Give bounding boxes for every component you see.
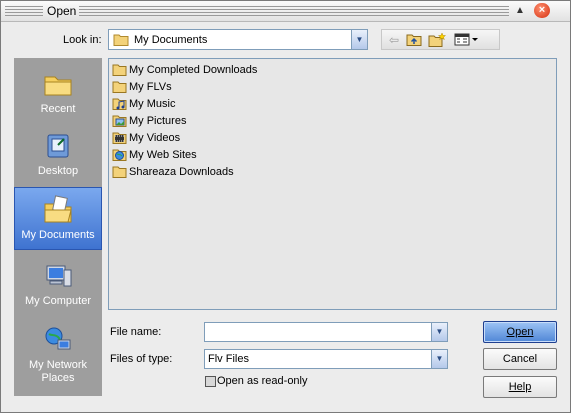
chevron-down-icon[interactable]: ▼ bbox=[431, 350, 447, 368]
music-folder-icon bbox=[112, 98, 127, 110]
place-desktop[interactable]: Desktop bbox=[14, 124, 102, 184]
title-bar[interactable]: Open ▲ × bbox=[1, 1, 570, 22]
open-dialog: Open ▲ × Look in: My Documents ▼ ⇦ Recen… bbox=[0, 0, 571, 413]
chevron-down-icon[interactable]: ▼ bbox=[431, 323, 447, 341]
place-label: Desktop bbox=[37, 165, 79, 177]
title-grip-right bbox=[79, 6, 509, 16]
network-places-icon bbox=[45, 327, 71, 350]
look-in-label: Look in: bbox=[63, 34, 102, 46]
desktop-icon bbox=[47, 134, 69, 158]
minimize-icon[interactable]: ▲ bbox=[513, 4, 527, 17]
folder-icon bbox=[112, 81, 127, 93]
place-label: My Computer bbox=[24, 295, 92, 307]
look-in-value: My Documents bbox=[134, 34, 208, 46]
file-type-label: Files of type: bbox=[110, 353, 173, 365]
place-label: Recent bbox=[40, 103, 76, 115]
place-my-documents[interactable]: My Documents bbox=[14, 187, 102, 250]
web-sites-folder-icon bbox=[112, 149, 127, 161]
file-type-value: Flv Files bbox=[208, 353, 249, 365]
place-label: My Network Places bbox=[28, 359, 88, 384]
read-only-checkbox[interactable] bbox=[205, 376, 216, 387]
videos-folder-icon bbox=[112, 132, 127, 144]
places-bar: Recent Desktop My Documents My Computer … bbox=[14, 58, 102, 396]
up-folder-icon[interactable] bbox=[406, 32, 422, 48]
look-in-combo[interactable]: My Documents ▼ bbox=[108, 29, 368, 50]
open-button[interactable]: Open bbox=[483, 321, 557, 343]
my-computer-icon bbox=[46, 265, 72, 287]
place-my-computer[interactable]: My Computer bbox=[14, 254, 102, 314]
new-folder-icon[interactable] bbox=[428, 32, 447, 48]
recent-folder-icon bbox=[44, 76, 72, 96]
title-grip-left bbox=[5, 6, 43, 16]
file-type-combo[interactable]: Flv Files ▼ bbox=[204, 349, 448, 369]
place-my-network-places[interactable]: My Network Places bbox=[14, 318, 102, 384]
folder-icon bbox=[112, 64, 127, 76]
read-only-label: Open as read-only bbox=[217, 375, 308, 387]
pictures-folder-icon bbox=[112, 115, 127, 127]
read-only-row[interactable]: Open as read-only bbox=[204, 375, 444, 389]
my-documents-icon bbox=[44, 195, 72, 223]
cancel-button[interactable]: Cancel bbox=[483, 348, 557, 370]
file-name-combo[interactable]: ▼ bbox=[204, 322, 448, 342]
chevron-down-icon[interactable]: ▼ bbox=[351, 30, 367, 49]
nav-toolbar: ⇦ bbox=[381, 29, 500, 50]
file-list[interactable]: My Completed Downloads My FLVs My Music … bbox=[108, 58, 557, 310]
help-button[interactable]: Help bbox=[483, 376, 557, 398]
window-title: Open bbox=[47, 4, 77, 18]
place-label: My Documents bbox=[21, 229, 95, 241]
folder-icon bbox=[112, 166, 127, 178]
back-arrow-icon[interactable]: ⇦ bbox=[386, 32, 402, 48]
place-recent[interactable]: Recent bbox=[14, 62, 102, 120]
view-menu-icon[interactable] bbox=[454, 32, 480, 48]
file-name-label: File name: bbox=[110, 326, 162, 338]
folder-icon bbox=[113, 34, 129, 46]
close-icon[interactable]: × bbox=[534, 3, 550, 18]
